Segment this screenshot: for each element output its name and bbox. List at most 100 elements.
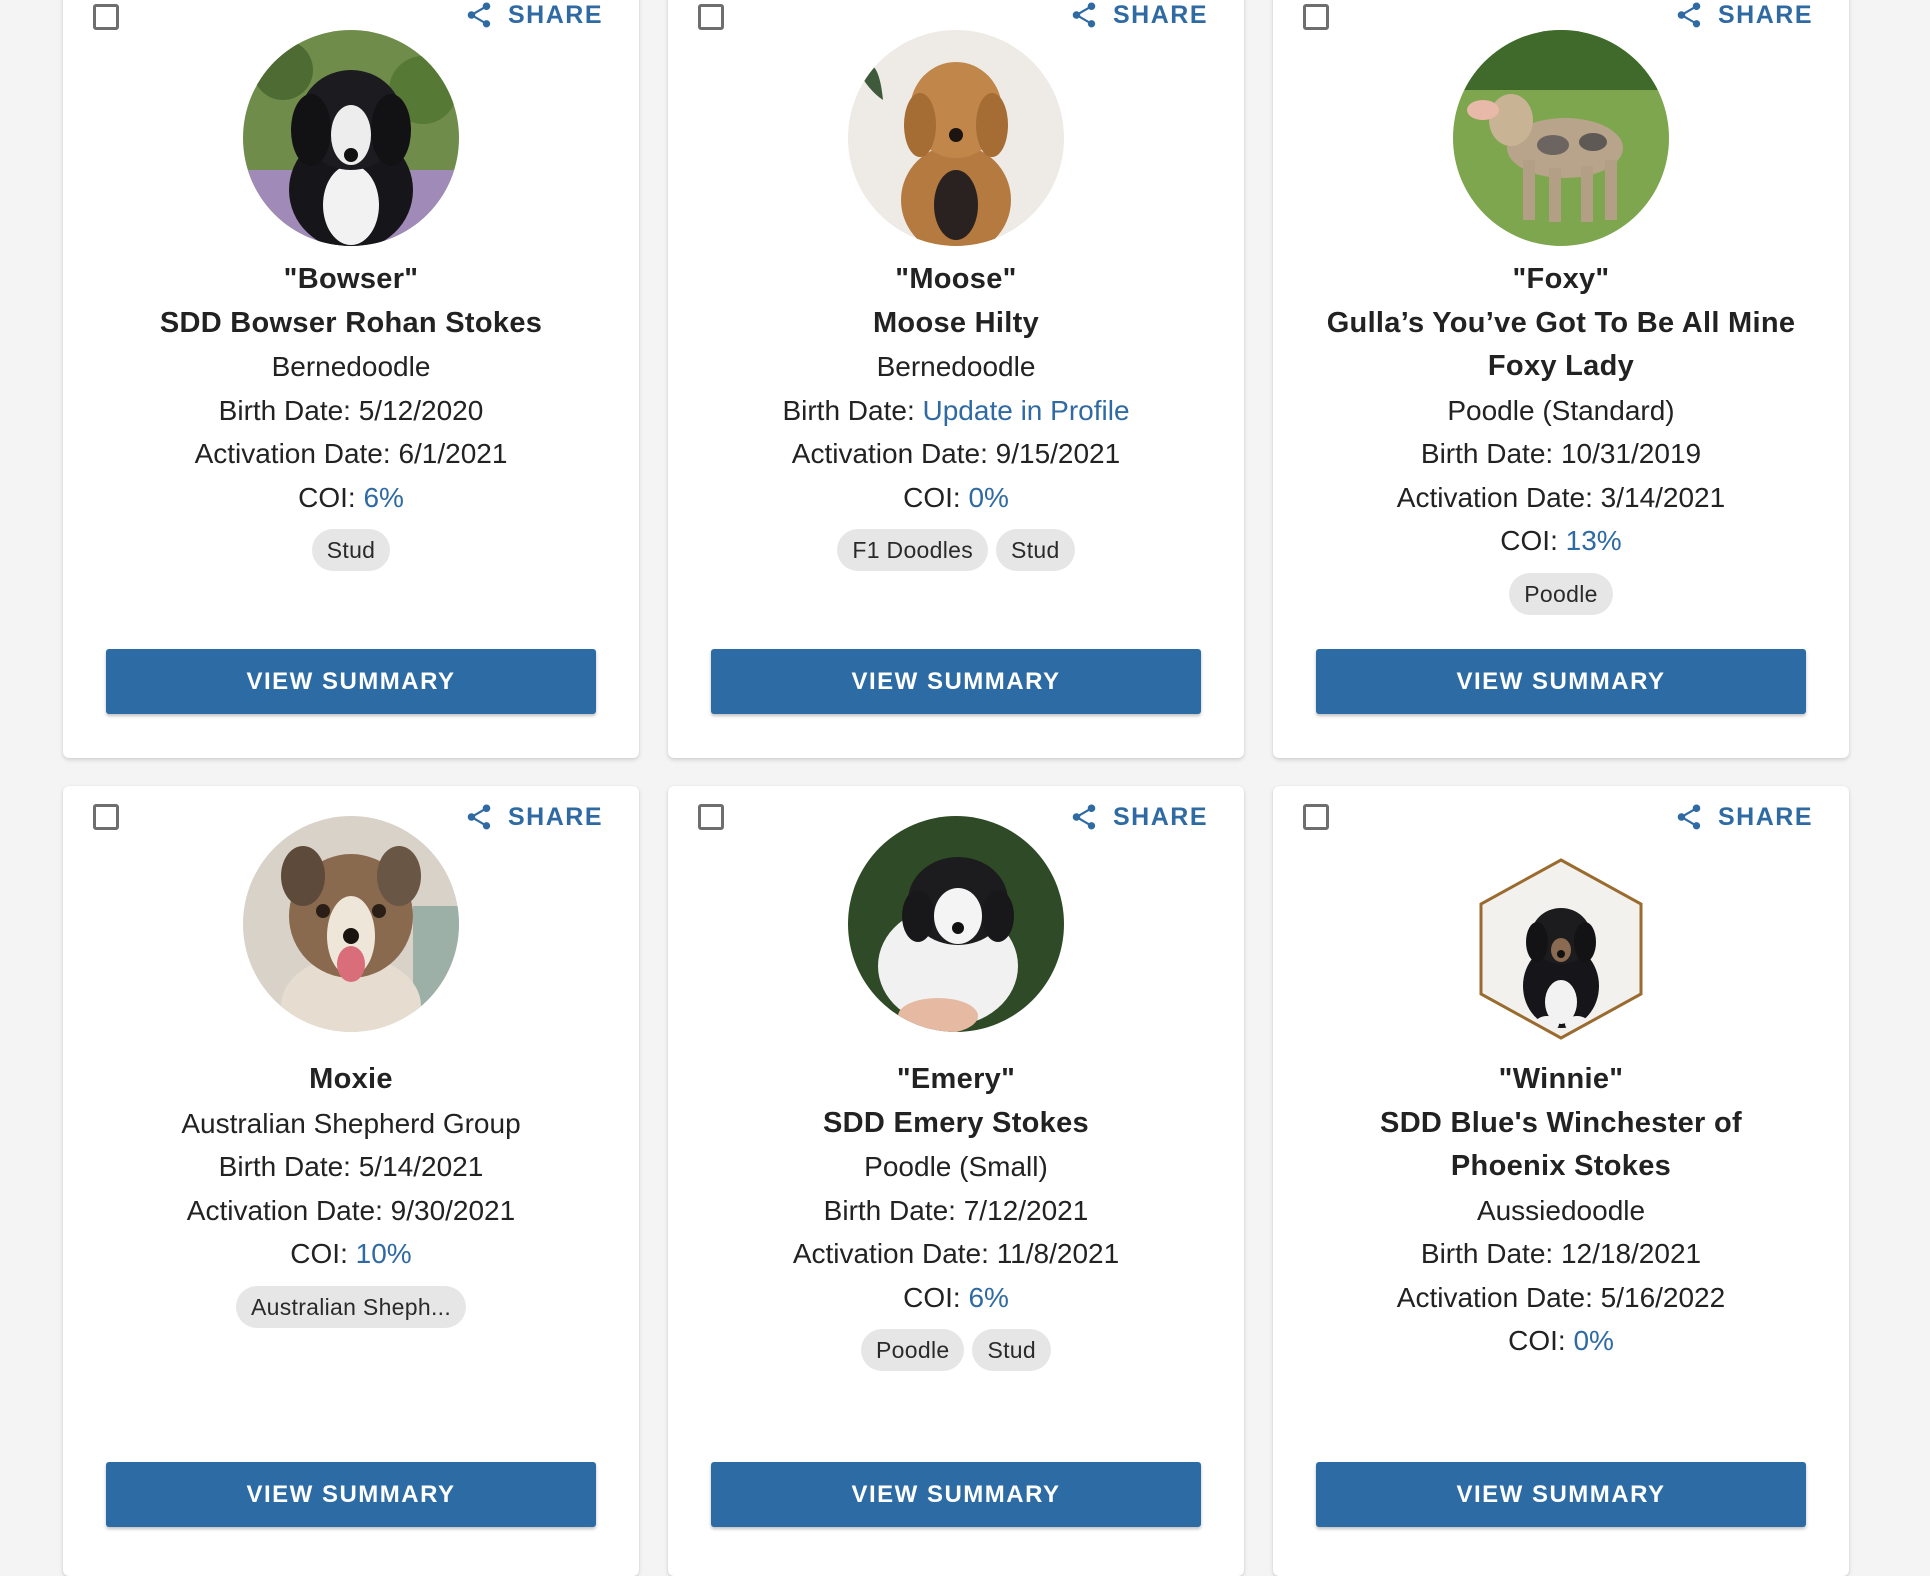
activation-date: Activation Date: 3/14/2021 bbox=[1273, 476, 1849, 520]
dog-card-foxy: SHARE "Foxy" Gulla’s You’ve Got To Be Al… bbox=[1273, 0, 1849, 758]
birth-date-value: 12/18/2021 bbox=[1560, 1238, 1702, 1269]
dog-registered-name-line1: Gulla’s You’ve Got To Be All Mine bbox=[1326, 306, 1796, 339]
dog-breed: Poodle (Standard) bbox=[1447, 394, 1675, 426]
dog-registered-name-line2: Phoenix Stokes bbox=[1450, 1150, 1672, 1182]
view-summary-button[interactable]: VIEW SUMMARY bbox=[711, 649, 1201, 714]
dog-photo-hexagon bbox=[1477, 856, 1645, 1042]
coi-label: COI: bbox=[298, 481, 364, 513]
activation-date-label: Activation Date: bbox=[1396, 481, 1601, 513]
share-label: SHARE bbox=[507, 0, 603, 29]
birth-date: Birth Date: 12/18/2021 bbox=[1273, 1232, 1849, 1276]
share-label: SHARE bbox=[1717, 802, 1813, 831]
birth-date-value: 5/14/2021 bbox=[358, 1151, 484, 1182]
coi-value[interactable]: 6% bbox=[363, 482, 403, 513]
view-summary-button[interactable]: VIEW SUMMARY bbox=[106, 649, 596, 714]
view-summary-button[interactable]: VIEW SUMMARY bbox=[1316, 649, 1806, 714]
select-checkbox[interactable] bbox=[93, 4, 119, 30]
activation-date-value: 6/1/2021 bbox=[398, 438, 508, 469]
dog-nickname: "Winnie" bbox=[1498, 1063, 1624, 1095]
dog-registered-name: Moose Hilty bbox=[872, 306, 1040, 339]
share-icon bbox=[1072, 2, 1096, 28]
tag-list: Australian Sheph... bbox=[63, 1285, 639, 1328]
coi-value[interactable]: 10% bbox=[356, 1238, 412, 1269]
dog-nickname: "Moose" bbox=[895, 263, 1017, 295]
view-summary-button[interactable]: VIEW SUMMARY bbox=[711, 1462, 1201, 1527]
dog-photo bbox=[243, 30, 459, 246]
share-button[interactable]: SHARE bbox=[464, 802, 603, 832]
dog-photo bbox=[243, 816, 459, 1032]
dog-info: Moxie Australian Shepherd Group Birth Da… bbox=[63, 1058, 639, 1328]
birth-date: Birth Date: 10/31/2019 bbox=[1273, 432, 1849, 476]
activation-date-value: 9/30/2021 bbox=[390, 1194, 516, 1226]
select-checkbox[interactable] bbox=[93, 804, 119, 830]
dog-photo bbox=[1453, 30, 1669, 246]
coi-label: COI: bbox=[903, 481, 969, 513]
share-icon bbox=[467, 804, 491, 830]
activation-date-value: 9/15/2021 bbox=[995, 438, 1121, 469]
share-icon bbox=[467, 2, 491, 28]
share-label: SHARE bbox=[1112, 0, 1208, 29]
dog-card-emery: SHARE "Emery" SDD Emery Stokes Poodle (S… bbox=[668, 786, 1244, 1576]
birth-date: Birth Date: Update in Profile bbox=[668, 389, 1244, 433]
select-checkbox[interactable] bbox=[698, 804, 724, 830]
dog-card-moose: SHARE "Moose" Moose Hilty Bernedoodle Bi… bbox=[668, 0, 1244, 758]
dog-breed: Aussiedoodle bbox=[1476, 1194, 1646, 1226]
share-icon bbox=[1677, 804, 1701, 830]
select-checkbox[interactable] bbox=[698, 4, 724, 30]
share-button[interactable]: SHARE bbox=[464, 0, 603, 30]
coi: COI: 6% bbox=[668, 1276, 1244, 1320]
share-button[interactable]: SHARE bbox=[1674, 0, 1813, 30]
view-summary-button[interactable]: VIEW SUMMARY bbox=[106, 1462, 596, 1527]
dog-registered-name-line1: SDD Blue's Winchester of bbox=[1380, 1106, 1742, 1139]
activation-date-label: Activation Date: bbox=[1396, 1281, 1601, 1313]
tag-chip: Australian Sheph... bbox=[235, 1285, 467, 1328]
dog-card-bowser: SHARE "Bowser" SDD Bowser Rohan Stokes B… bbox=[63, 0, 639, 758]
activation-date-label: Activation Date: bbox=[791, 438, 996, 469]
coi: COI: 10% bbox=[63, 1232, 639, 1276]
birth-date: Birth Date: 5/14/2021 bbox=[63, 1145, 639, 1189]
birth-date: Birth Date: 5/12/2020 bbox=[63, 389, 639, 433]
birth-date-label: Birth Date: bbox=[782, 394, 923, 426]
update-in-profile-link[interactable]: Update in Profile bbox=[923, 395, 1130, 426]
coi: COI: 0% bbox=[1273, 1319, 1849, 1363]
coi-value[interactable]: 13% bbox=[1566, 525, 1622, 556]
coi-label: COI: bbox=[290, 1238, 356, 1269]
birth-date-label: Birth Date: bbox=[823, 1194, 964, 1226]
share-button[interactable]: SHARE bbox=[1674, 802, 1813, 832]
share-button[interactable]: SHARE bbox=[1069, 0, 1208, 30]
birth-date-value: 5/12/2020 bbox=[358, 394, 484, 426]
coi-label: COI: bbox=[903, 1281, 969, 1313]
tag-chip: Stud bbox=[311, 529, 391, 571]
dog-breed: Poodle (Small) bbox=[864, 1151, 1048, 1182]
activation-date: Activation Date: 11/8/2021 bbox=[668, 1232, 1244, 1276]
coi: COI: 0% bbox=[668, 476, 1244, 520]
dog-registered-name: Moxie bbox=[309, 1063, 393, 1095]
dog-card-moxie: SHARE Moxie Australian Shepherd Group Bi… bbox=[63, 786, 639, 1576]
share-button[interactable]: SHARE bbox=[1069, 802, 1208, 832]
coi-label: COI: bbox=[1500, 525, 1566, 556]
dog-photo bbox=[848, 30, 1064, 246]
coi-value[interactable]: 6% bbox=[968, 1282, 1008, 1313]
activation-date-label: Activation Date: bbox=[194, 438, 399, 469]
dog-registered-name-line2: Foxy Lady bbox=[1487, 350, 1635, 382]
birth-date-value: 7/12/2021 bbox=[963, 1194, 1089, 1226]
activation-date: Activation Date: 9/15/2021 bbox=[668, 432, 1244, 476]
share-label: SHARE bbox=[507, 802, 603, 831]
dog-info: "Emery" SDD Emery Stokes Poodle (Small) … bbox=[668, 1058, 1244, 1371]
activation-date-label: Activation Date: bbox=[792, 1238, 997, 1269]
share-label: SHARE bbox=[1717, 0, 1813, 29]
view-summary-button[interactable]: VIEW SUMMARY bbox=[1316, 1462, 1806, 1527]
select-checkbox[interactable] bbox=[1303, 4, 1329, 30]
dog-breed: Bernedoodle bbox=[876, 351, 1036, 382]
dog-info: "Moose" Moose Hilty Bernedoodle Birth Da… bbox=[668, 258, 1244, 571]
select-checkbox[interactable] bbox=[1303, 804, 1329, 830]
birth-date-label: Birth Date: bbox=[218, 394, 359, 426]
coi-value[interactable]: 0% bbox=[968, 482, 1008, 513]
activation-date: Activation Date: 5/16/2022 bbox=[1273, 1276, 1849, 1320]
coi-value[interactable]: 0% bbox=[1573, 1325, 1613, 1356]
activation-date: Activation Date: 6/1/2021 bbox=[63, 432, 639, 476]
activation-date-value: 11/8/2021 bbox=[996, 1238, 1120, 1269]
birth-date-value: 10/31/2019 bbox=[1560, 438, 1702, 469]
tag-chip: Poodle bbox=[861, 1329, 965, 1371]
birth-date: Birth Date: 7/12/2021 bbox=[668, 1189, 1244, 1233]
